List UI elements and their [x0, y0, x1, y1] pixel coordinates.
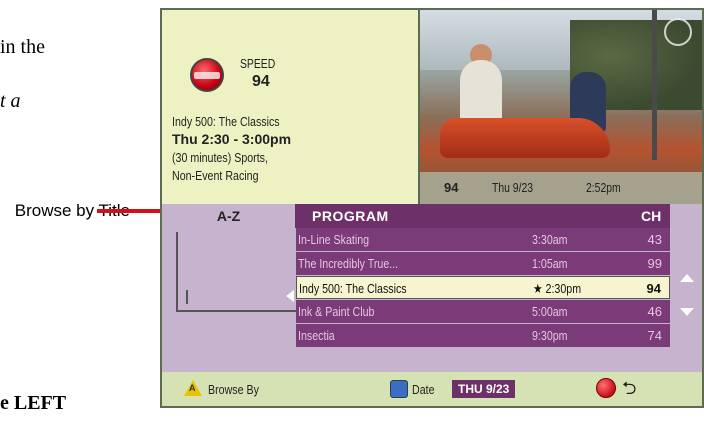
date-label: Date [412, 382, 435, 397]
letter-selector[interactable] [176, 232, 300, 312]
live-video-preview: 94 Thu 9/23 2:52pm [420, 10, 702, 204]
program-genre: Non-Event Racing [172, 168, 259, 183]
letter-cursor [186, 290, 188, 304]
guide-footer: A Browse By Date THU 9/23 ⮌ [162, 372, 702, 406]
channel-name: SPEED [240, 56, 276, 71]
row-channel: 43 [647, 232, 662, 247]
row-channel: 74 [647, 328, 662, 343]
program-list: In-Line Skating 3:30am 43 The Incredibly… [162, 228, 702, 372]
row-title: Insectia [298, 328, 335, 343]
program-row-selected[interactable]: Indy 500: The Classics ★ 2:30pm 94 [296, 276, 670, 299]
row-time: 5:00am [532, 304, 568, 319]
row-channel: 46 [647, 304, 662, 319]
row-time: 9:30pm [532, 328, 568, 343]
program-rows: In-Line Skating 3:30am 43 The Incredibly… [296, 228, 670, 348]
video-status-bar [420, 172, 702, 204]
program-time: Thu 2:30 - 3:00pm [172, 131, 292, 147]
program-duration: (30 minutes) Sports, [172, 150, 268, 165]
speed-channel-logo-icon [190, 58, 224, 92]
date-value-badge[interactable]: THU 9/23 [452, 380, 516, 398]
row-title: Ink & Paint Club [298, 304, 375, 319]
row-time: 1:05am [532, 256, 568, 271]
column-header-program: PROGRAM [312, 208, 389, 224]
program-title: Indy 500: The Classics [172, 114, 280, 129]
column-header-channel: CH [641, 208, 662, 224]
program-info-panel: SPEED 94 Indy 500: The Classics Thu 2:30… [162, 10, 420, 204]
scroll-column [670, 228, 702, 372]
network-logo-icon [664, 18, 692, 46]
program-row[interactable]: Ink & Paint Club 5:00am 46 [296, 300, 670, 323]
browse-by-label[interactable]: Browse By [208, 382, 259, 397]
callout-pointer-line [97, 209, 160, 213]
document-text-fragment: in the [0, 36, 45, 58]
video-channel-number: 94 [444, 180, 459, 195]
row-title: Indy 500: The Classics [299, 281, 407, 296]
return-icon[interactable]: ⮌ [622, 376, 636, 406]
row-time: 3:30am [532, 232, 568, 247]
row-channel: 94 [646, 281, 661, 296]
document-text-fragment: e LEFT [0, 392, 67, 414]
program-row[interactable]: Insectia 9:30pm 74 [296, 324, 670, 347]
row-channel: 99 [647, 256, 662, 271]
b-button-icon[interactable] [390, 380, 408, 398]
video-clock: 2:52pm [586, 180, 621, 195]
tab-a-z[interactable]: A-Z [162, 204, 295, 228]
scroll-down-arrow-icon[interactable] [680, 308, 694, 316]
channel-number: 94 [252, 73, 270, 90]
guide-header: A-Z PROGRAM CH [162, 204, 702, 228]
tv-guide-screen: SPEED 94 Indy 500: The Classics Thu 2:30… [160, 8, 704, 408]
row-title: The Incredibly True... [298, 256, 399, 271]
program-row[interactable]: In-Line Skating 3:30am 43 [296, 228, 670, 251]
scroll-up-arrow-icon[interactable] [680, 274, 694, 282]
c-button-icon[interactable] [596, 378, 616, 398]
left-arrow-icon[interactable] [286, 290, 294, 302]
document-text-fragment: t a [0, 90, 21, 112]
row-time: ★ 2:30pm [533, 281, 582, 296]
program-row[interactable]: The Incredibly True... 1:05am 99 [296, 252, 670, 275]
a-button-icon[interactable]: A [184, 380, 202, 396]
row-title: In-Line Skating [298, 232, 370, 247]
video-date: Thu 9/23 [492, 180, 534, 195]
